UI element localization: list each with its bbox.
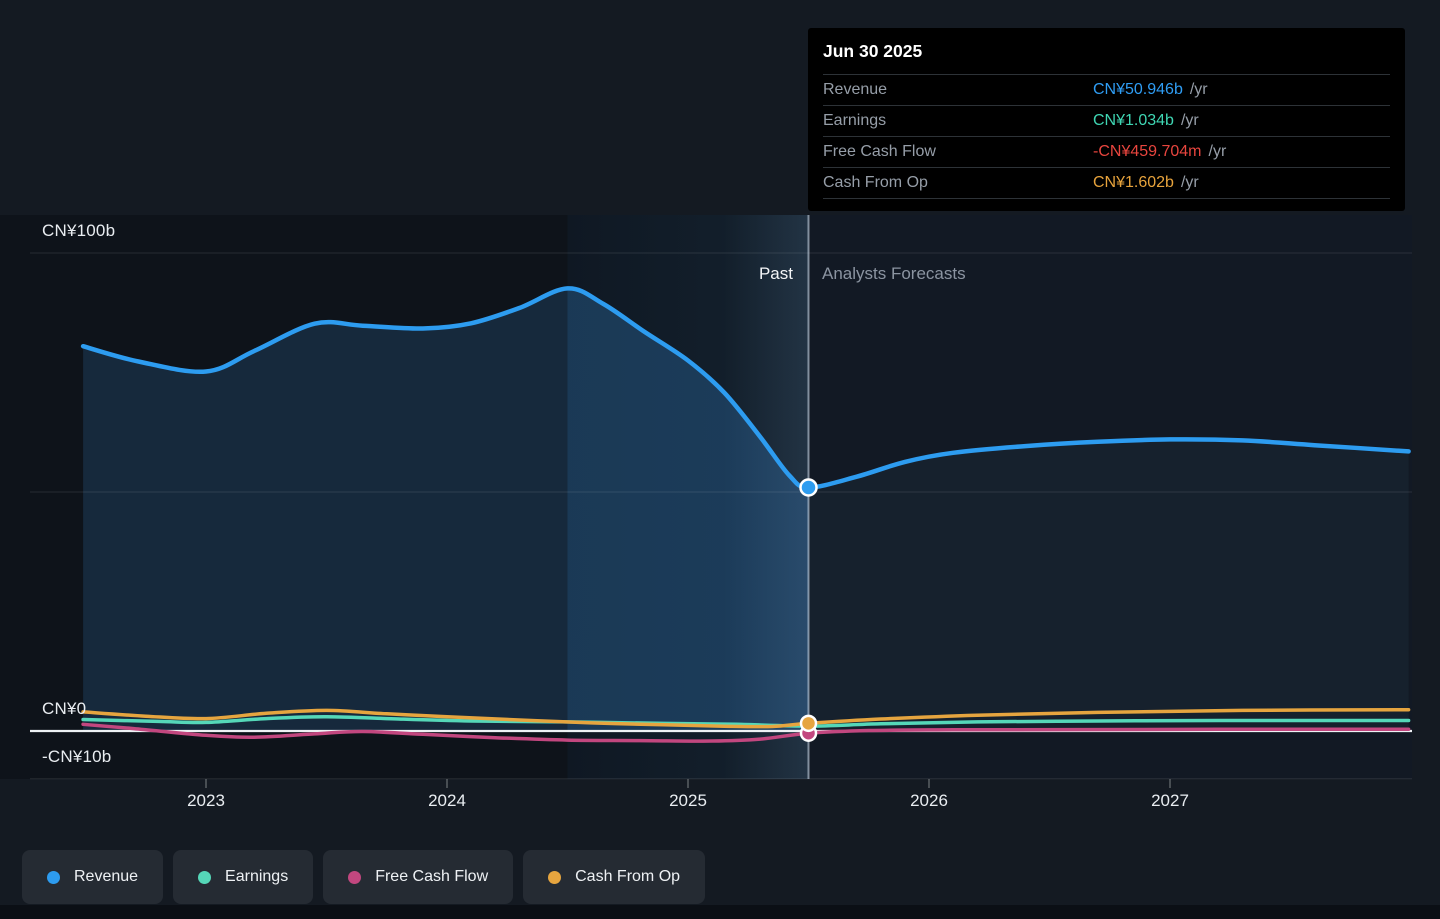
x-axis-label-2027: 2027 <box>1128 791 1212 811</box>
x-axis-label-2025: 2025 <box>646 791 730 811</box>
free-cash-flow-dot-icon <box>348 871 361 884</box>
hover-tooltip: Jun 30 2025 Revenue CN¥50.946b /yr Earni… <box>808 28 1405 211</box>
legend-item-earnings[interactable]: Earnings <box>173 850 313 904</box>
tooltip-value: CN¥1.034b <box>1093 112 1174 130</box>
x-axis-label-2023: 2023 <box>164 791 248 811</box>
tooltip-label: Cash From Op <box>823 174 1093 192</box>
tooltip-label: Free Cash Flow <box>823 143 1093 161</box>
y-axis-label-100b: CN¥100b <box>42 221 115 241</box>
cash-from-op-marker[interactable] <box>801 716 816 731</box>
tooltip-value: CN¥50.946b <box>1093 81 1183 99</box>
chart-legend: Revenue Earnings Free Cash Flow Cash Fro… <box>22 850 705 904</box>
tooltip-suffix: /yr <box>1190 81 1208 99</box>
tooltip-value: -CN¥459.704m <box>1093 143 1202 161</box>
tooltip-suffix: /yr <box>1181 174 1199 192</box>
tooltip-label: Revenue <box>823 81 1093 99</box>
x-axis-label-2026: 2026 <box>887 791 971 811</box>
analysts-forecasts-section-label: Analysts Forecasts <box>822 264 966 284</box>
legend-label: Free Cash Flow <box>375 868 488 886</box>
legend-label: Cash From Op <box>575 868 680 886</box>
tooltip-label: Earnings <box>823 112 1093 130</box>
bottom-edge-strip <box>0 905 1440 919</box>
cash-from-op-dot-icon <box>548 871 561 884</box>
tooltip-suffix: /yr <box>1209 143 1227 161</box>
x-axis-label-2024: 2024 <box>405 791 489 811</box>
tooltip-value: CN¥1.602b <box>1093 174 1174 192</box>
legend-item-cash-from-op[interactable]: Cash From Op <box>523 850 705 904</box>
legend-item-revenue[interactable]: Revenue <box>22 850 163 904</box>
tooltip-row-free-cash-flow: Free Cash Flow -CN¥459.704m /yr <box>823 137 1390 168</box>
tooltip-row-earnings: Earnings CN¥1.034b /yr <box>823 106 1390 137</box>
tooltip-suffix: /yr <box>1181 112 1199 130</box>
crosshair-glow <box>724 215 809 779</box>
y-axis-label-neg10b: -CN¥10b <box>42 747 111 767</box>
y-axis-label-0: CN¥0 <box>42 699 86 719</box>
legend-label: Earnings <box>225 868 288 886</box>
past-section-label: Past <box>675 264 793 284</box>
tooltip-row-cash-from-op: Cash From Op CN¥1.602b /yr <box>823 168 1390 199</box>
legend-item-free-cash-flow[interactable]: Free Cash Flow <box>323 850 513 904</box>
tooltip-date: Jun 30 2025 <box>823 28 1390 75</box>
earnings-dot-icon <box>198 871 211 884</box>
revenue-marker[interactable] <box>801 479 817 495</box>
revenue-dot-icon <box>47 871 60 884</box>
legend-label: Revenue <box>74 868 138 886</box>
tooltip-row-revenue: Revenue CN¥50.946b /yr <box>823 75 1390 106</box>
